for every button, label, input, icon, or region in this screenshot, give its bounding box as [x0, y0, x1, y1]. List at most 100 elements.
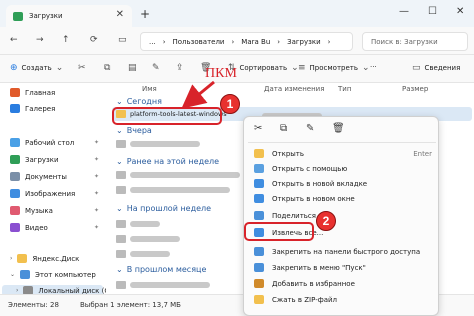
- group-today[interactable]: ⌄ Сегодня: [116, 97, 162, 106]
- menu-item-compress-zip[interactable]: Сжать в ZIP-файл: [244, 292, 440, 307]
- menu-item-share[interactable]: Поделиться: [244, 208, 440, 223]
- details-icon: ▭: [412, 63, 421, 73]
- tab-close-icon[interactable]: ✕: [116, 9, 124, 20]
- table-row[interactable]: [130, 236, 180, 242]
- file-icon: [116, 140, 126, 148]
- group-last-week[interactable]: ⌄ На прошлой неделе: [116, 204, 211, 213]
- minimize-button[interactable]: —: [399, 6, 409, 17]
- rename-icon[interactable]: ✎: [152, 63, 160, 73]
- create-button[interactable]: ⊕ Создать ⌄: [10, 63, 63, 73]
- menu-item-open-with[interactable]: Открыть с помощью: [244, 161, 440, 176]
- menu-item-open-new-tab[interactable]: Открыть в новой вкладке: [244, 176, 440, 191]
- column-name[interactable]: Имя: [142, 85, 157, 93]
- new-tab-button[interactable]: +: [140, 7, 150, 21]
- copy-icon[interactable]: ⧉: [280, 123, 287, 134]
- forward-button[interactable]: →: [36, 35, 44, 45]
- menu-item-add-favorites[interactable]: Добавить в избранное: [244, 276, 440, 291]
- sidebar-item-this-pc[interactable]: ⌄ Этот компьютер: [10, 270, 96, 279]
- pin-icon: [254, 247, 264, 256]
- menu-item-label: Добавить в избранное: [272, 279, 355, 288]
- sidebar-item-label: Загрузки: [25, 155, 59, 164]
- sidebar-item-home[interactable]: Главная: [10, 88, 55, 97]
- cut-icon[interactable]: ✂: [78, 63, 86, 73]
- table-row[interactable]: [130, 251, 170, 257]
- menu-item-open[interactable]: Открыть Enter: [244, 146, 440, 161]
- back-button[interactable]: ←: [10, 35, 18, 45]
- gallery-icon: [10, 104, 20, 113]
- file-icon: [116, 281, 126, 289]
- sidebar-item-label: Галерея: [25, 104, 56, 113]
- sidebar-item-downloads[interactable]: Загрузки: [10, 155, 59, 164]
- menu-item-label: Открыть в новом окне: [272, 194, 355, 203]
- group-label: Вчера: [126, 126, 152, 135]
- group-last-month[interactable]: ⌄ В прошлом месяце: [116, 265, 206, 274]
- menu-item-label: Открыть с помощью: [272, 164, 348, 173]
- tab-title: Загрузки: [29, 12, 63, 20]
- step-badge-2: 2: [316, 211, 336, 231]
- menu-item-pin-quick-access[interactable]: Закрепить на панели быстрого доступа: [244, 244, 440, 259]
- navigation-pane: Главная Галерея Рабочий стол ✦ Загрузки …: [0, 83, 114, 296]
- maximize-button[interactable]: ☐: [428, 6, 437, 17]
- breadcrumb[interactable]: ... › Пользователи › Mara Bu › Загрузки …: [140, 32, 353, 51]
- sidebar-item-video[interactable]: Видео: [10, 223, 48, 232]
- share-icon[interactable]: ⇪: [176, 63, 184, 73]
- file-icon: [116, 186, 126, 194]
- computer-icon: [20, 270, 31, 279]
- file-icon: [116, 220, 126, 228]
- menu-item-label: Открыть в новой вкладке: [272, 179, 368, 188]
- breadcrumb-sep: ›: [277, 37, 281, 46]
- table-row[interactable]: [130, 187, 230, 193]
- table-row[interactable]: [130, 282, 210, 288]
- sidebar-item-yandex-disk[interactable]: › Яндекс.Диск: [10, 254, 79, 263]
- command-bar: ⊕ Создать ⌄ ✂ ⧉ ▤ ✎ ⇪ 🗑 ⇅ Сортировать ⌄ …: [0, 55, 474, 83]
- close-window-button[interactable]: ✕: [456, 6, 464, 17]
- view-button[interactable]: ≡ Просмотреть ⌄: [298, 63, 370, 73]
- table-row[interactable]: [130, 172, 240, 178]
- sidebar-item-desktop[interactable]: Рабочий стол: [10, 138, 74, 147]
- delete-icon[interactable]: 🗑: [332, 123, 345, 134]
- sort-button[interactable]: ⇅ Сортировать ⌄: [228, 63, 299, 73]
- column-type[interactable]: Тип: [338, 85, 351, 93]
- search-input[interactable]: Поиск в: Загрузки: [362, 32, 468, 51]
- group-yesterday[interactable]: ⌄ Вчера: [116, 126, 152, 135]
- tab-downloads[interactable]: Загрузки ✕: [6, 5, 132, 27]
- sidebar-item-label: Видео: [25, 223, 48, 232]
- breadcrumb-sep: ›: [162, 37, 166, 46]
- sidebar-item-label: Яндекс.Диск: [32, 254, 80, 263]
- shortcut-label: Enter: [413, 149, 432, 158]
- details-button[interactable]: ▭ Сведения: [412, 63, 460, 73]
- breadcrumb-users[interactable]: Пользователи: [173, 38, 225, 46]
- table-row[interactable]: [130, 141, 200, 147]
- selection-info: Выбран 1 элемент: 13,7 МБ: [80, 301, 181, 309]
- documents-icon: [10, 172, 20, 181]
- breadcrumb-downloads[interactable]: Загрузки: [287, 38, 321, 46]
- pin-icon: ✦: [94, 156, 100, 163]
- new-window-icon: [254, 194, 264, 203]
- paste-icon[interactable]: ▤: [128, 63, 137, 73]
- sort-label: Сортировать: [239, 64, 288, 72]
- breadcrumb-user[interactable]: Mara Bu: [241, 38, 270, 46]
- table-row[interactable]: [130, 221, 160, 227]
- column-size[interactable]: Размер: [402, 85, 428, 93]
- menu-item-label: Открыть: [272, 149, 304, 158]
- breadcrumb-more[interactable]: ...: [149, 38, 156, 46]
- up-button[interactable]: ↑: [62, 35, 70, 45]
- refresh-button[interactable]: ⟳: [90, 35, 98, 45]
- open-with-icon: [254, 164, 264, 173]
- copy-icon[interactable]: ⧉: [104, 63, 110, 73]
- rename-icon[interactable]: ✎: [306, 123, 314, 134]
- cut-icon[interactable]: ✂: [254, 123, 262, 134]
- more-button[interactable]: ···: [370, 63, 377, 71]
- sidebar-item-label: Главная: [25, 88, 56, 97]
- sidebar-item-gallery[interactable]: Галерея: [10, 104, 55, 113]
- menu-item-pin-start[interactable]: Закрепить в меню "Пуск": [244, 260, 440, 275]
- chevron-down-icon: ⌄: [10, 271, 16, 278]
- sidebar-item-documents[interactable]: Документы: [10, 172, 67, 181]
- group-earlier-week[interactable]: ⌄ Ранее на этой неделе: [116, 157, 219, 166]
- downloads-icon: [10, 155, 20, 164]
- column-date[interactable]: Дата изменения: [264, 85, 324, 93]
- menu-item-label: Закрепить в меню "Пуск": [272, 263, 366, 272]
- sidebar-item-music[interactable]: Музыка: [10, 206, 53, 215]
- sidebar-item-pictures[interactable]: Изображения: [10, 189, 75, 198]
- menu-item-open-new-window[interactable]: Открыть в новом окне: [244, 191, 440, 206]
